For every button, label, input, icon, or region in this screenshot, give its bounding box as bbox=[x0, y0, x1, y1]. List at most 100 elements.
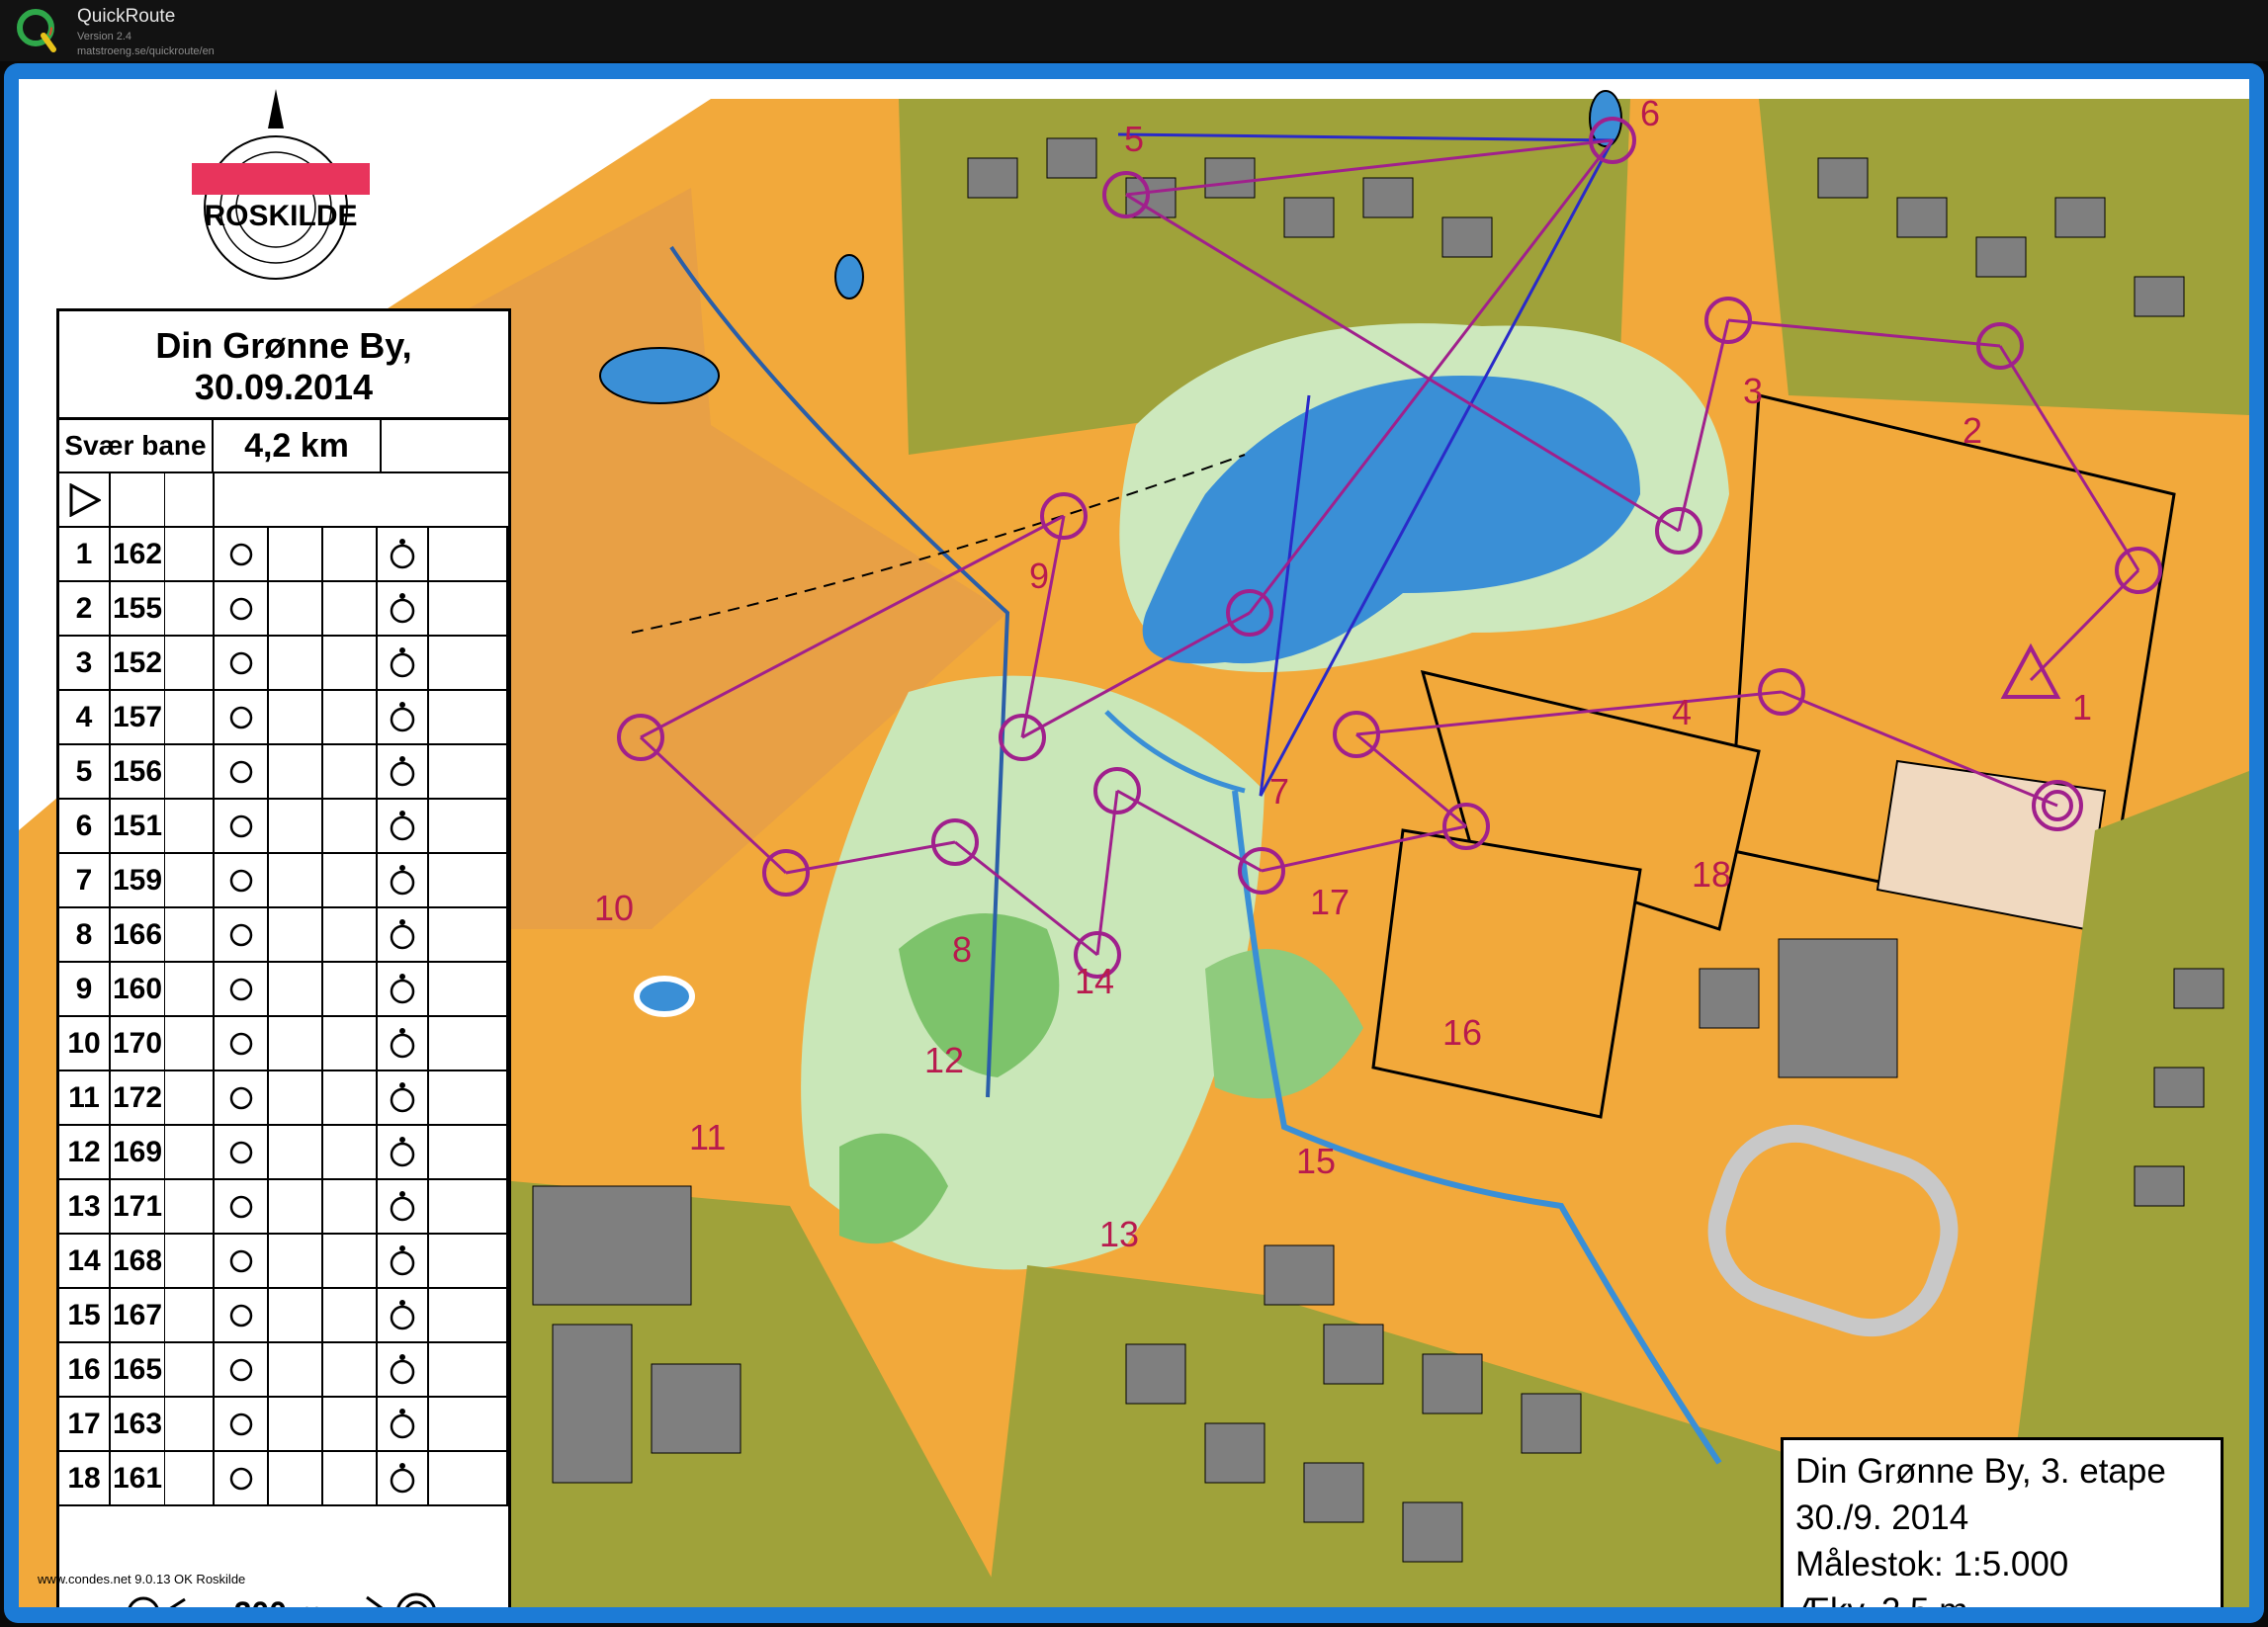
large-field-south bbox=[1371, 828, 1642, 1119]
finish-circle-icon bbox=[366, 1592, 436, 1607]
control-number: 2 bbox=[59, 582, 111, 635]
control-number: 3 bbox=[59, 637, 111, 689]
cell bbox=[429, 1452, 508, 1504]
feature-icon bbox=[215, 800, 269, 852]
control-label-11: 11 bbox=[689, 1117, 727, 1157]
control-number: 11 bbox=[59, 1071, 111, 1124]
cell bbox=[429, 1343, 508, 1396]
control-code: 157 bbox=[111, 691, 165, 743]
control-number: 1 bbox=[59, 528, 111, 580]
cell bbox=[269, 1126, 323, 1178]
cell bbox=[165, 1017, 215, 1070]
location-icon bbox=[378, 854, 429, 906]
control-code: 163 bbox=[111, 1398, 165, 1450]
control-label-5: 5 bbox=[1124, 119, 1145, 159]
control-code: 152 bbox=[111, 637, 165, 689]
control-code: 151 bbox=[111, 800, 165, 852]
description-row: 3 152 bbox=[59, 637, 508, 691]
location-icon bbox=[378, 1289, 429, 1341]
pond-2 bbox=[834, 254, 864, 300]
control-number: 10 bbox=[59, 1017, 111, 1070]
cell bbox=[269, 1017, 323, 1070]
cell bbox=[165, 963, 215, 1015]
course-length: 4,2 km bbox=[214, 420, 382, 471]
cell bbox=[429, 1017, 508, 1070]
cell bbox=[165, 854, 215, 906]
control-number: 18 bbox=[59, 1452, 111, 1504]
location-icon bbox=[378, 908, 429, 961]
finish-distance: 200 m bbox=[234, 1595, 324, 1608]
control-label-18: 18 bbox=[1692, 854, 1732, 895]
location-icon bbox=[378, 691, 429, 743]
cell bbox=[323, 854, 378, 906]
control-label-14: 14 bbox=[1075, 961, 1115, 1001]
control-number: 16 bbox=[59, 1343, 111, 1396]
description-row: 4 157 bbox=[59, 691, 508, 745]
location-icon bbox=[378, 1126, 429, 1178]
map-info-date: 30./9. 2014 bbox=[1795, 1499, 1969, 1537]
description-row: 10 170 bbox=[59, 1017, 508, 1071]
cell bbox=[429, 800, 508, 852]
club-logo-text: ROSKILDE bbox=[204, 200, 357, 232]
control-label-9: 9 bbox=[1029, 556, 1050, 596]
map-canvas[interactable]: ROSKILDE 1 2 3 4 5 6 7 8 9 10 11 12 13 1… bbox=[19, 79, 2249, 1607]
cell bbox=[269, 1289, 323, 1341]
feature-icon bbox=[215, 854, 269, 906]
control-number: 13 bbox=[59, 1180, 111, 1233]
description-row: 11 172 bbox=[59, 1071, 508, 1126]
control-code: 169 bbox=[111, 1126, 165, 1178]
location-icon bbox=[378, 1180, 429, 1233]
control-code: 167 bbox=[111, 1289, 165, 1341]
cell bbox=[165, 1071, 215, 1124]
control-label-13: 13 bbox=[1099, 1214, 1140, 1254]
control-code: 171 bbox=[111, 1180, 165, 1233]
feature-icon bbox=[215, 1235, 269, 1287]
control-label-2: 2 bbox=[1963, 410, 1983, 451]
finish-row: 200 m bbox=[59, 1584, 508, 1607]
quickroute-logo-icon bbox=[17, 9, 56, 52]
control-code: 172 bbox=[111, 1071, 165, 1124]
app-url[interactable]: matstroeng.se/quickroute/en bbox=[77, 44, 215, 59]
control-label-10: 10 bbox=[594, 888, 635, 928]
description-row: 9 160 bbox=[59, 963, 508, 1017]
location-icon bbox=[378, 528, 429, 580]
description-row: 5 156 bbox=[59, 745, 508, 800]
cell bbox=[323, 637, 378, 689]
cell bbox=[269, 528, 323, 580]
cell bbox=[165, 800, 215, 852]
cell bbox=[269, 691, 323, 743]
title-bar: QuickRoute Version 2.4 matstroeng.se/qui… bbox=[0, 0, 2268, 61]
control-label-15: 15 bbox=[1296, 1141, 1337, 1181]
control-code: 159 bbox=[111, 854, 165, 906]
location-icon bbox=[378, 637, 429, 689]
control-code: 160 bbox=[111, 963, 165, 1015]
control-code: 168 bbox=[111, 1235, 165, 1287]
cell bbox=[165, 1180, 215, 1233]
cell bbox=[323, 691, 378, 743]
feature-icon bbox=[215, 1071, 269, 1124]
control-number: 7 bbox=[59, 854, 111, 906]
cell bbox=[323, 1180, 378, 1233]
control-code: 156 bbox=[111, 745, 165, 798]
cell bbox=[165, 637, 215, 689]
cell bbox=[323, 745, 378, 798]
course-header-row: Svær bane 4,2 km bbox=[59, 420, 508, 473]
map-info-scale: Målestok: 1:5.000 bbox=[1795, 1545, 2069, 1584]
description-row: 1 162 bbox=[59, 528, 508, 582]
condes-credit: www.condes.net 9.0.13 OK Roskilde bbox=[38, 1572, 246, 1586]
control-number: 4 bbox=[59, 691, 111, 743]
event-name: Din Grønne By, bbox=[155, 325, 412, 366]
cell bbox=[269, 1343, 323, 1396]
description-row: 17 163 bbox=[59, 1398, 508, 1452]
feature-icon bbox=[215, 1289, 269, 1341]
cell bbox=[269, 637, 323, 689]
cell bbox=[165, 582, 215, 635]
cell bbox=[429, 1180, 508, 1233]
control-number: 9 bbox=[59, 963, 111, 1015]
map-info-box: Din Grønne By, 3. etape 30./9. 2014 Måle… bbox=[1781, 1437, 2224, 1607]
cell bbox=[323, 1126, 378, 1178]
feature-icon bbox=[215, 1343, 269, 1396]
feature-icon bbox=[215, 582, 269, 635]
app-version: Version 2.4 bbox=[77, 31, 132, 43]
control-code: 161 bbox=[111, 1452, 165, 1504]
